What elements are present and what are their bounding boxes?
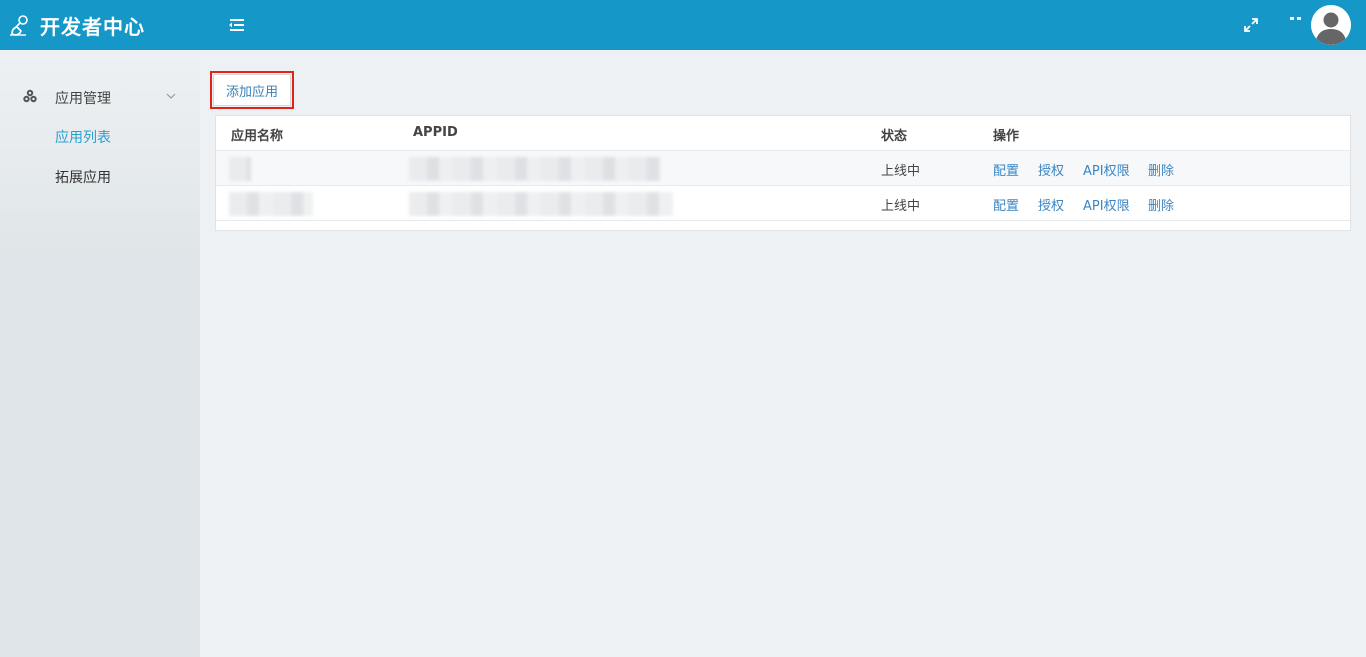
authorize-link[interactable]: 授权 xyxy=(1038,195,1064,214)
table-row: 上线中 配置 授权 API权限 删除 xyxy=(216,186,1350,221)
delete-link[interactable]: 删除 xyxy=(1148,160,1174,179)
app-title: 开发者中心 xyxy=(40,14,145,39)
config-link[interactable]: 配置 xyxy=(993,160,1019,179)
redacted-app-name xyxy=(229,192,313,216)
api-permission-link[interactable]: API权限 xyxy=(1083,195,1130,214)
table-row: 上线中 配置 授权 API权限 删除 xyxy=(216,151,1350,186)
sidebar-item-app-list[interactable]: 应用列表 xyxy=(0,116,200,156)
column-header-appid: APPID xyxy=(413,125,458,140)
menu-toggle-icon[interactable] xyxy=(228,16,246,34)
config-link[interactable]: 配置 xyxy=(993,195,1019,214)
sidebar-item-extended-apps[interactable]: 拓展应用 xyxy=(0,156,200,196)
sidebar-group-label: 应用管理 xyxy=(55,91,111,107)
sidebar-group-app-management[interactable]: 应用管理 xyxy=(0,75,200,117)
sidebar-item-label: 应用列表 xyxy=(55,130,111,146)
user-avatar[interactable] xyxy=(1311,5,1351,45)
sidebar-item-label: 拓展应用 xyxy=(55,170,111,186)
chevron-down-icon xyxy=(166,93,176,99)
more-icon[interactable] xyxy=(1289,14,1303,24)
cubes-icon xyxy=(23,89,37,103)
developer-logo-icon xyxy=(10,15,28,36)
status-text: 上线中 xyxy=(881,199,921,214)
add-app-button[interactable]: 添加应用 xyxy=(210,71,294,109)
app-table: 应用名称 APPID 状态 操作 上线中 配置 授权 API权限 删除 上线中 … xyxy=(215,115,1351,231)
authorize-link[interactable]: 授权 xyxy=(1038,160,1064,179)
expand-icon[interactable] xyxy=(1243,17,1259,33)
column-header-status: 状态 xyxy=(881,129,908,144)
column-header-app-name: 应用名称 xyxy=(231,129,284,144)
column-header-actions: 操作 xyxy=(993,129,1020,144)
logo: 开发者中心 xyxy=(8,0,145,50)
redacted-appid xyxy=(409,157,661,181)
api-permission-link[interactable]: API权限 xyxy=(1083,160,1130,179)
top-header: 开发者中心 xyxy=(0,0,1366,50)
status-text: 上线中 xyxy=(881,164,921,179)
table-header: 应用名称 APPID 状态 操作 xyxy=(216,116,1350,151)
avatar-icon xyxy=(1311,5,1351,45)
sidebar: 应用管理 应用列表 拓展应用 xyxy=(0,50,200,657)
delete-link[interactable]: 删除 xyxy=(1148,195,1174,214)
redacted-appid xyxy=(409,192,673,216)
redacted-app-name xyxy=(229,157,251,181)
